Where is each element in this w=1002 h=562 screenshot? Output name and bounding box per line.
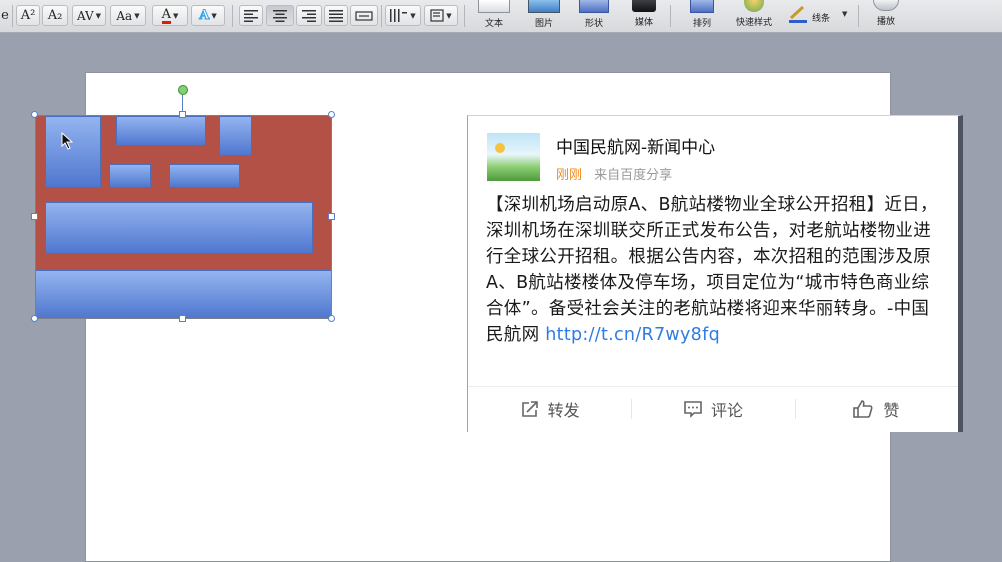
text-box-button[interactable]: 文本 xyxy=(474,0,514,29)
repost-button[interactable]: 转发 xyxy=(468,397,631,421)
separator xyxy=(12,5,13,27)
align-right-button[interactable] xyxy=(296,5,322,26)
justify-button[interactable] xyxy=(324,5,348,26)
superscript-button[interactable]: A² xyxy=(16,5,40,26)
truncated-button[interactable]: e xyxy=(0,5,10,26)
line-label: 线条 xyxy=(812,14,831,24)
arrange-label: 排列 xyxy=(692,19,711,29)
weibo-post-card: 中国民航网-新闻中心 刚刚 来自百度分享 【深圳机场启动原A、B航站楼物业全球公… xyxy=(467,115,963,432)
text-box-format-button[interactable]: ▼ xyxy=(424,5,458,26)
arrange-button[interactable]: 排列 xyxy=(682,0,722,29)
picture-icon xyxy=(528,0,560,13)
distribute-button[interactable] xyxy=(350,5,378,26)
pen-icon xyxy=(788,4,808,28)
picture-button[interactable]: 图片 xyxy=(524,0,564,29)
post-link[interactable]: http://t.cn/R7wy8fq xyxy=(545,325,720,345)
quick-styles-icon xyxy=(744,0,764,12)
avatar[interactable] xyxy=(487,133,540,181)
rotation-handle[interactable] xyxy=(178,85,188,95)
shape-block[interactable] xyxy=(219,116,252,156)
resize-handle-top-left[interactable] xyxy=(31,111,38,118)
like-button[interactable]: 赞 xyxy=(794,397,958,421)
separator xyxy=(232,5,233,27)
quick-styles-label: 快速样式 xyxy=(735,18,772,28)
shape-block[interactable] xyxy=(169,164,240,188)
align-left-icon xyxy=(244,9,258,22)
post-source[interactable]: 来自百度分享 xyxy=(594,168,672,183)
play-icon xyxy=(873,0,899,11)
resize-handle-top[interactable] xyxy=(179,111,186,118)
align-center-icon xyxy=(273,9,287,22)
text-box-icon xyxy=(478,0,510,13)
resize-handle-bottom-left[interactable] xyxy=(31,315,38,322)
separator xyxy=(858,5,859,27)
subscript-button[interactable]: A₂ xyxy=(42,5,68,26)
media-button[interactable]: 媒体 xyxy=(624,0,664,28)
arrange-icon xyxy=(690,0,714,13)
separator xyxy=(381,5,382,27)
ribbon-toolbar: e A² A₂ AV ▼ Aa ▼ A ▼ A ▼ ▼ ▼ 文本 图片 形状 媒… xyxy=(0,0,1002,33)
resize-handle-top-right[interactable] xyxy=(328,111,335,118)
resize-handle-bottom-right[interactable] xyxy=(328,315,335,322)
comment-button[interactable]: 评论 xyxy=(631,397,794,421)
post-body: 【深圳机场启动原A、B航站楼物业全球公开招租】近日，深圳机场在深圳联交所正式发布… xyxy=(486,192,946,348)
selected-shape-group[interactable] xyxy=(35,115,332,319)
media-icon xyxy=(632,0,656,12)
shape-block[interactable] xyxy=(116,116,206,146)
shape-block[interactable] xyxy=(109,164,151,188)
align-right-icon xyxy=(302,9,316,22)
justify-icon xyxy=(329,9,343,22)
media-label: 媒体 xyxy=(634,18,653,28)
thumbs-up-icon xyxy=(853,400,873,418)
post-time: 刚刚 xyxy=(556,168,583,183)
user-name[interactable]: 中国民航网-新闻中心 xyxy=(556,133,715,158)
line-dropdown-caret: ▼ xyxy=(842,10,848,18)
separator xyxy=(464,5,465,27)
text-box-label: 文本 xyxy=(484,19,503,29)
distribute-icon xyxy=(355,10,373,21)
picture-label: 图片 xyxy=(534,19,553,29)
text-columns-icon xyxy=(390,9,408,22)
align-center-button[interactable] xyxy=(266,5,294,26)
resize-handle-bottom[interactable] xyxy=(179,315,186,322)
shape-block[interactable] xyxy=(45,116,101,188)
post-meta: 刚刚 来自百度分享 xyxy=(556,164,672,183)
shape-button[interactable]: 形状 xyxy=(574,0,614,29)
shape-block[interactable] xyxy=(45,202,313,254)
shape-footer-bar[interactable] xyxy=(36,270,331,318)
font-color-button[interactable]: A ▼ xyxy=(152,5,188,26)
text-box-icon xyxy=(430,9,444,22)
play-label: 播放 xyxy=(876,17,895,27)
resize-handle-right[interactable] xyxy=(328,213,335,220)
quick-styles-button[interactable]: 快速样式 xyxy=(732,0,776,28)
separator xyxy=(670,5,671,27)
shape-label: 形状 xyxy=(584,19,603,29)
mouse-cursor-icon xyxy=(61,132,73,150)
text-effects-button[interactable]: A ▼ xyxy=(191,5,225,26)
like-label: 赞 xyxy=(883,401,900,420)
resize-handle-left[interactable] xyxy=(31,213,38,220)
shape-icon xyxy=(579,0,609,13)
comment-icon xyxy=(684,401,702,418)
play-button[interactable]: 播放 xyxy=(868,0,904,27)
repost-label: 转发 xyxy=(547,401,580,420)
sun-icon xyxy=(495,143,505,153)
align-left-button[interactable] xyxy=(239,5,263,26)
character-spacing-button[interactable]: AV ▼ xyxy=(72,5,106,26)
post-actions: 转发 评论 赞 xyxy=(468,386,958,431)
post-text: 【深圳机场启动原A、B航站楼物业全球公开招租】近日，深圳机场在深圳联交所正式发布… xyxy=(486,195,938,345)
comment-label: 评论 xyxy=(710,401,743,420)
repost-icon xyxy=(521,401,538,417)
columns-button[interactable]: ▼ xyxy=(385,5,421,26)
change-case-button[interactable]: Aa ▼ xyxy=(110,5,146,26)
